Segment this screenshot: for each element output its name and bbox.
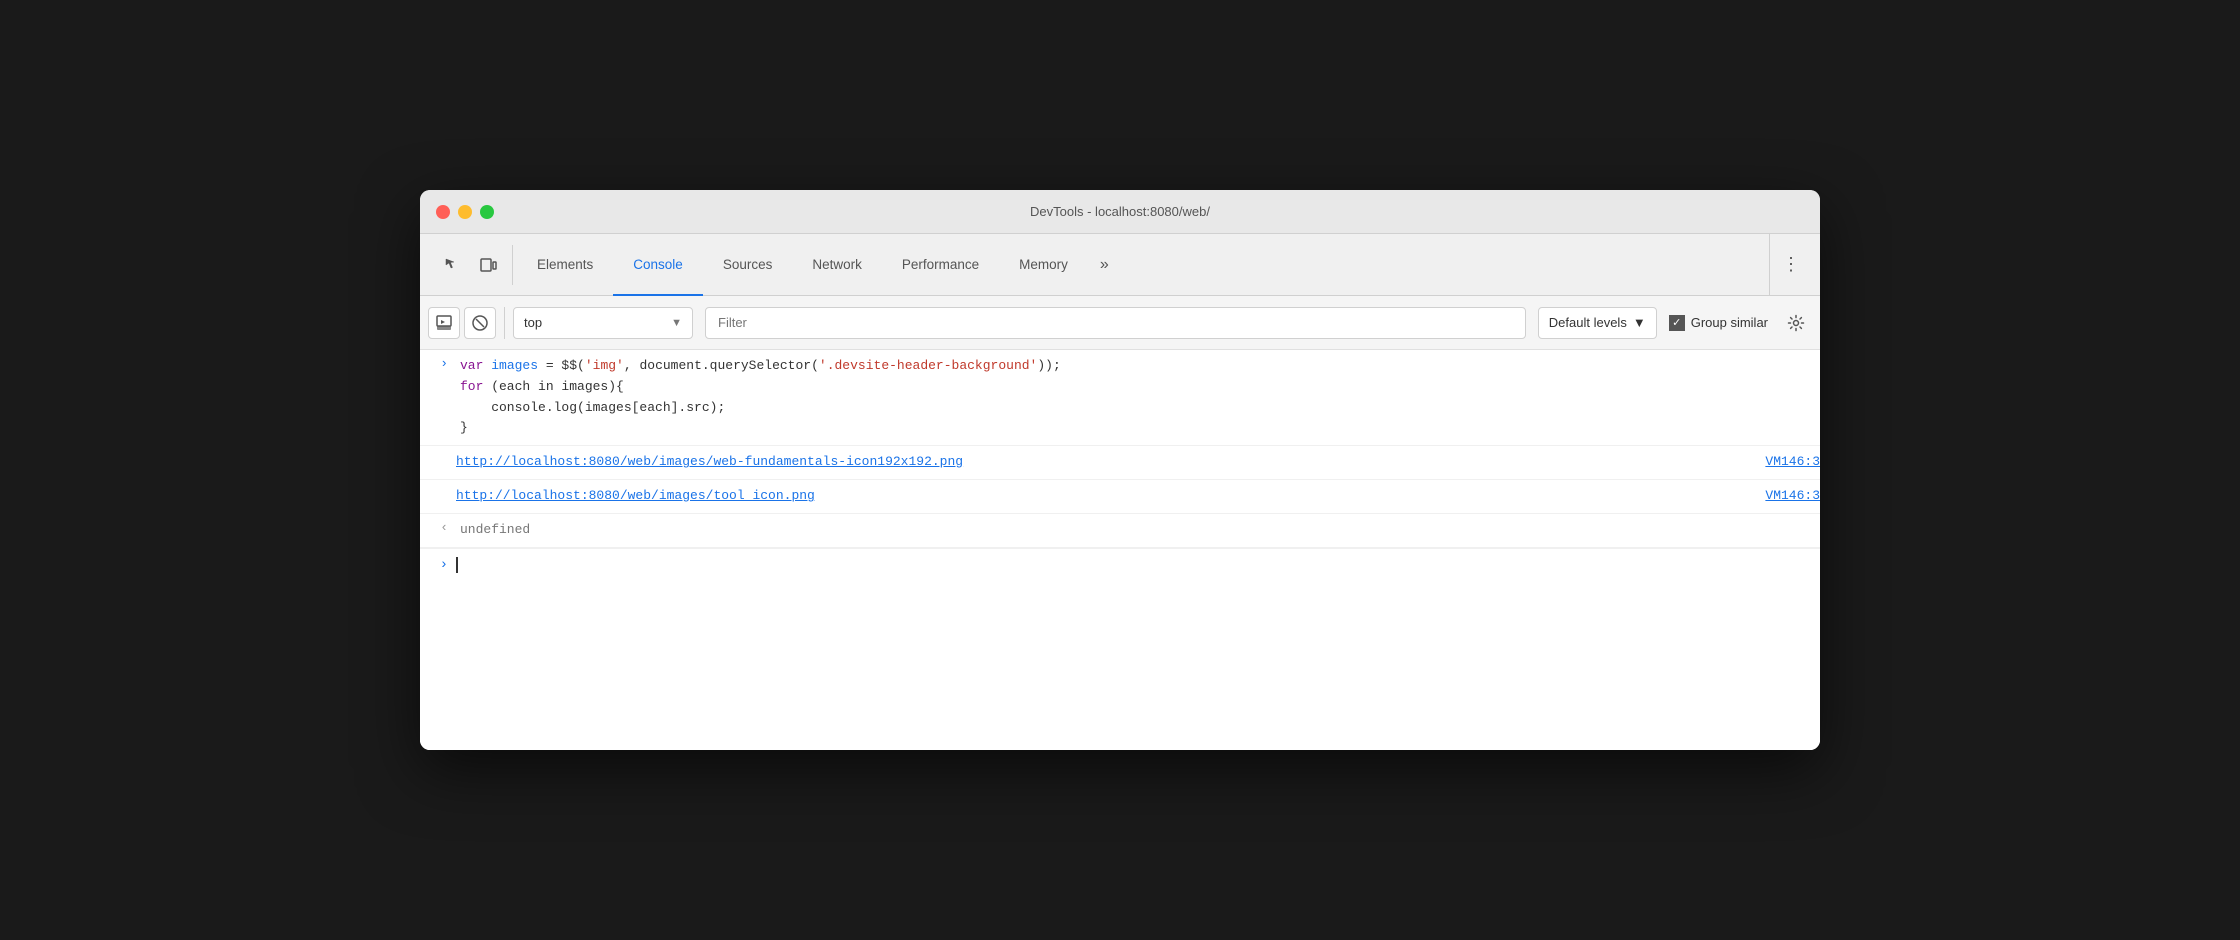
- code-line-3: console.log(images[each].src);: [460, 398, 1816, 419]
- main-tabs: Elements Console Sources Network Perform…: [517, 234, 1769, 295]
- minimize-button[interactable]: [458, 205, 472, 219]
- levels-arrow: ▼: [1633, 315, 1646, 330]
- console-output: › var images = $$('img', document.queryS…: [420, 350, 1820, 750]
- devtools-window: DevTools - localhost:8080/web/: [420, 190, 1820, 750]
- console-entry-undefined: ‹ undefined: [420, 514, 1820, 548]
- tab-memory[interactable]: Memory: [999, 235, 1088, 296]
- code-line-4: }: [460, 418, 1816, 439]
- show-drawer-button[interactable]: [428, 307, 460, 339]
- group-similar-checkbox[interactable]: ✓: [1669, 315, 1685, 331]
- group-similar-checkbox-wrapper[interactable]: ✓ Group similar: [1669, 315, 1768, 331]
- console-entry-link-1: http://localhost:8080/web/images/web-fun…: [420, 446, 1820, 480]
- devtools-more-button[interactable]: ⋮: [1769, 234, 1812, 295]
- tabs-overflow-button[interactable]: »: [1088, 234, 1121, 295]
- link-1[interactable]: http://localhost:8080/web/images/web-fun…: [456, 452, 963, 473]
- entry-arrow-link-1: [420, 450, 456, 452]
- window-title: DevTools - localhost:8080/web/: [1030, 204, 1210, 219]
- entry-arrow-undefined: ‹: [420, 518, 456, 535]
- devtools-container: Elements Console Sources Network Perform…: [420, 234, 1820, 750]
- group-similar-area: ✓ Group similar: [1661, 315, 1776, 331]
- entry-content-code: var images = $$('img', document.querySel…: [456, 354, 1820, 441]
- tab-bar: Elements Console Sources Network Perform…: [420, 234, 1820, 296]
- tab-elements[interactable]: Elements: [517, 235, 613, 296]
- entry-content-link-1: http://localhost:8080/web/images/web-fun…: [456, 450, 1820, 475]
- code-line-2: for (each in images){: [460, 377, 1816, 398]
- title-bar: DevTools - localhost:8080/web/: [420, 190, 1820, 234]
- close-button[interactable]: [436, 205, 450, 219]
- link-2[interactable]: http://localhost:8080/web/images/tool_ic…: [456, 486, 815, 507]
- vm-ref-2[interactable]: VM146:3: [1765, 486, 1820, 507]
- entry-arrow-link-2: [420, 484, 456, 486]
- maximize-button[interactable]: [480, 205, 494, 219]
- console-entry-code: › var images = $$('img', document.queryS…: [420, 350, 1820, 446]
- tab-sources[interactable]: Sources: [703, 235, 793, 296]
- input-caret: ›: [420, 557, 456, 573]
- toolbar-divider: [504, 307, 505, 339]
- undefined-text: undefined: [460, 522, 530, 537]
- group-similar-label: Group similar: [1691, 315, 1768, 330]
- input-cursor: [456, 557, 458, 573]
- device-toolbar-button[interactable]: [472, 249, 504, 281]
- tab-network[interactable]: Network: [792, 235, 882, 296]
- context-selector-arrow: ▼: [671, 317, 682, 329]
- inspect-element-button[interactable]: [436, 249, 468, 281]
- code-line-1: var images = $$('img', document.querySel…: [460, 356, 1816, 377]
- context-selector[interactable]: top ▼: [513, 307, 693, 339]
- tab-icon-group: [428, 245, 513, 285]
- vm-ref-1[interactable]: VM146:3: [1765, 452, 1820, 473]
- levels-selector[interactable]: Default levels ▼: [1538, 307, 1657, 339]
- entry-arrow-input: ›: [420, 354, 456, 371]
- traffic-lights: [436, 205, 494, 219]
- console-input-row[interactable]: ›: [420, 548, 1820, 581]
- settings-button[interactable]: [1780, 307, 1812, 339]
- clear-console-button[interactable]: [464, 307, 496, 339]
- filter-input[interactable]: [705, 307, 1526, 339]
- entry-content-link-2: http://localhost:8080/web/images/tool_ic…: [456, 484, 1820, 509]
- console-toolbar: top ▼ Default levels ▼ ✓ Group similar: [420, 296, 1820, 350]
- tab-console[interactable]: Console: [613, 235, 703, 296]
- console-entry-link-2: http://localhost:8080/web/images/tool_ic…: [420, 480, 1820, 514]
- tab-performance[interactable]: Performance: [882, 235, 999, 296]
- entry-content-undefined: undefined: [456, 518, 1820, 543]
